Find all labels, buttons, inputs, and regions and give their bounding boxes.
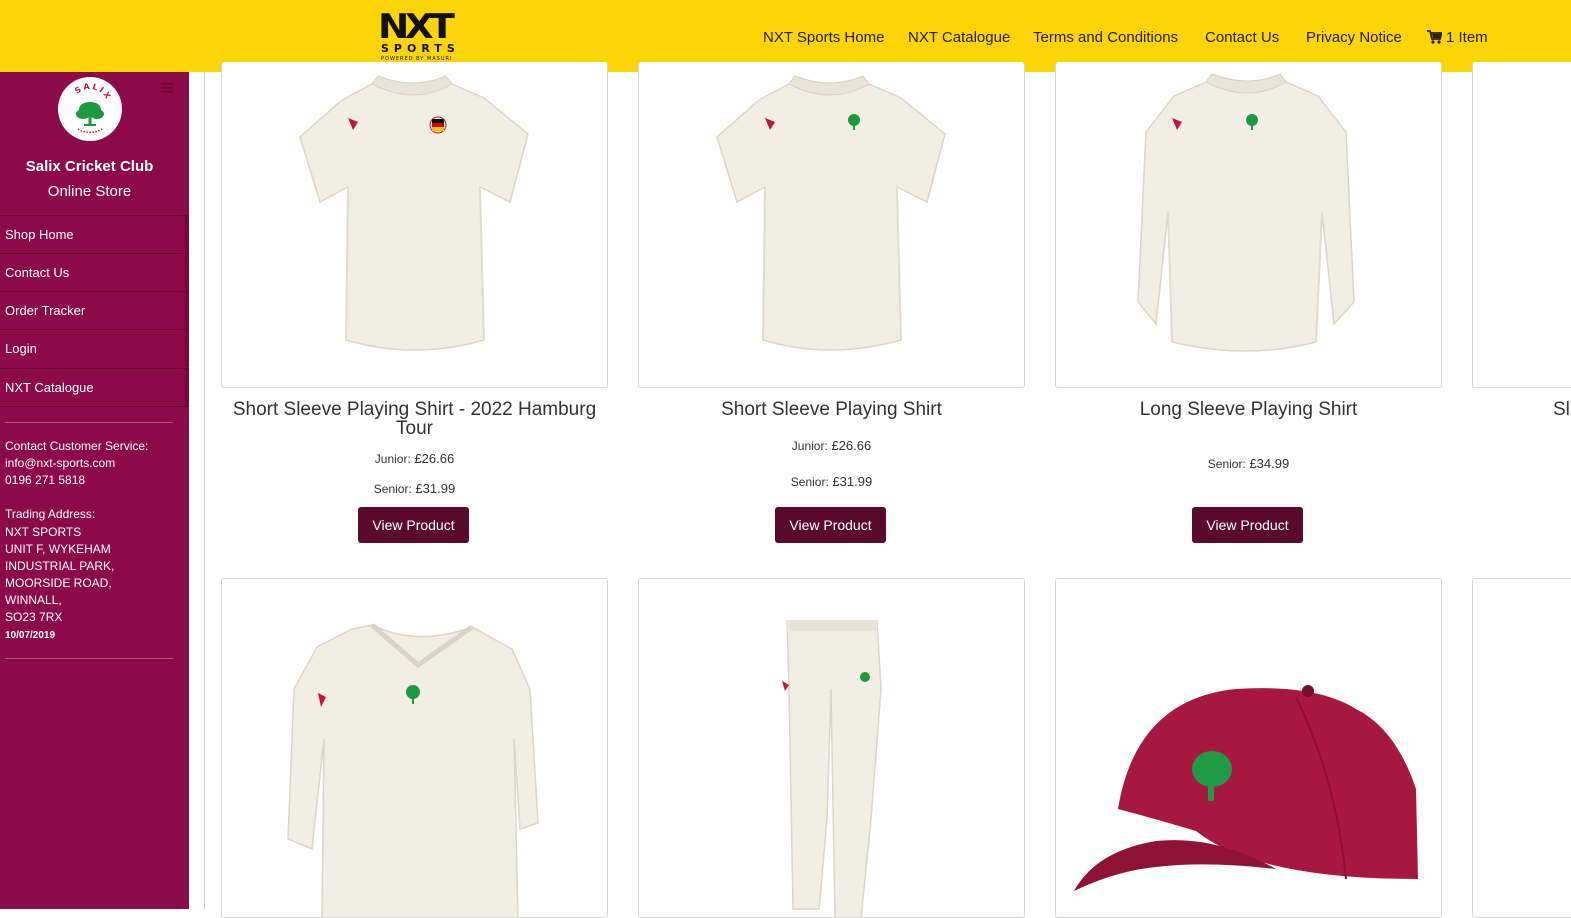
club-name: Salix Cricket Club xyxy=(25,158,154,175)
junior-price-value: £26.66 xyxy=(414,451,455,466)
product-image-card[interactable] xyxy=(1472,62,1571,388)
trousers-image xyxy=(782,620,882,917)
product-image-card[interactable] xyxy=(638,578,1025,918)
nav-link-terms[interactable]: Terms and Conditions xyxy=(1033,29,1178,47)
product-image-card[interactable] xyxy=(1055,62,1442,388)
product-image-card[interactable] xyxy=(1472,578,1571,918)
cap-image xyxy=(1074,685,1418,891)
senior-price-value: £34.99 xyxy=(1249,456,1290,471)
sidebar-item-label: Contact Us xyxy=(5,265,70,280)
sidebar-item-contact-us[interactable]: Contact Us xyxy=(0,253,189,291)
sidebar-item-order-tracker[interactable]: Order Tracker xyxy=(0,291,189,329)
product-name[interactable]: Long Sleeve Playing Shirt xyxy=(1055,400,1442,419)
nxt-sports-logo[interactable]: NXT SPORTS POWERED BY MASURI xyxy=(378,10,468,64)
junior-price: Junior: £26.66 xyxy=(221,451,608,467)
content-divider xyxy=(204,72,205,909)
senior-price-value: £31.99 xyxy=(415,481,456,496)
product-name[interactable]: Sl xyxy=(1553,400,1571,419)
senior-price: Senior: £31.99 xyxy=(638,474,1025,490)
sidebar-item-label: Login xyxy=(5,341,37,356)
logo-main-text: NXT xyxy=(378,7,455,47)
short-sleeve-shirt-image xyxy=(716,75,946,351)
sweater-image xyxy=(287,623,539,917)
senior-price-value: £31.99 xyxy=(832,474,873,489)
product-image-card[interactable] xyxy=(1055,578,1442,918)
address-line: NXT SPORTS xyxy=(5,525,82,539)
nav-link-contact-us[interactable]: Contact Us xyxy=(1205,29,1279,47)
senior-price: Senior: £31.99 xyxy=(221,481,608,497)
sidebar-item-label: Order Tracker xyxy=(5,303,86,318)
senior-price-label: Senior: xyxy=(373,482,412,496)
product-name[interactable]: Short Sleeve Playing Shirt - 2022 Hambur… xyxy=(221,400,608,438)
junior-price-label: Junior: xyxy=(791,439,828,453)
senior-price-label: Senior: xyxy=(1207,457,1246,471)
product-image-card[interactable] xyxy=(221,578,608,918)
product-name[interactable]: Short Sleeve Playing Shirt xyxy=(638,400,1025,419)
product-image-card[interactable] xyxy=(221,62,608,388)
sidebar-item-label: Shop Home xyxy=(5,227,74,242)
menu-toggle-icon[interactable] xyxy=(161,83,173,93)
contact-phone: 0196 271 5818 xyxy=(5,473,86,487)
product-image-card[interactable] xyxy=(638,62,1025,388)
store-subtitle: Online Store xyxy=(47,183,132,200)
sidebar-divider xyxy=(5,658,173,659)
contact-email[interactable]: info@nxt-sports.com xyxy=(5,455,115,472)
sidebar-date: 10/07/2019 xyxy=(5,630,56,641)
address-line: SO23 7RX xyxy=(5,610,63,624)
senior-price-label: Senior: xyxy=(790,475,829,489)
junior-price-value: £26.66 xyxy=(831,438,872,453)
contact-heading: Contact Customer Service: xyxy=(5,439,149,453)
address-line: WINNALL, xyxy=(5,593,62,607)
sidebar-item-nxt-catalogue[interactable]: NXT Catalogue xyxy=(0,368,189,407)
club-badge-logo[interactable]: SALIX xyxy=(58,77,122,141)
view-product-button[interactable]: View Product xyxy=(775,507,886,543)
sidebar-item-login[interactable]: Login xyxy=(0,329,189,367)
nav-link-nxt-catalogue[interactable]: NXT Catalogue xyxy=(908,29,1010,47)
address-heading: Trading Address: xyxy=(5,507,96,521)
senior-price: Senior: £34.99 xyxy=(1055,456,1442,472)
view-product-button[interactable]: View Product xyxy=(358,507,469,543)
short-sleeve-shirt-image xyxy=(299,75,529,351)
nav-link-privacy-notice[interactable]: Privacy Notice xyxy=(1306,29,1402,47)
nav-link-nxt-sports-home[interactable]: NXT Sports Home xyxy=(763,29,884,47)
junior-price: Junior: £26.66 xyxy=(638,438,1025,454)
view-product-button[interactable]: View Product xyxy=(1192,507,1303,543)
address-line: INDUSTRIAL PARK, xyxy=(5,559,115,573)
sidebar-item-label: NXT Catalogue xyxy=(5,380,94,395)
long-sleeve-shirt-image xyxy=(1137,73,1355,352)
address-line: UNIT F, WYKEHAM xyxy=(5,542,111,556)
sidebar: SALIX Salix Cricket Club Online Store Sh… xyxy=(0,72,189,909)
junior-price-label: Junior: xyxy=(374,452,411,466)
sidebar-item-shop-home[interactable]: Shop Home xyxy=(0,215,189,253)
address-line: MOORSIDE ROAD, xyxy=(5,576,112,590)
svg-text:SALIX: SALIX xyxy=(73,82,113,102)
cart-icon[interactable] xyxy=(1427,29,1442,45)
sidebar-divider xyxy=(5,422,173,423)
logo-sub-text: SPORTS xyxy=(381,42,460,55)
cart-count-link[interactable]: 1 Item xyxy=(1446,29,1488,47)
